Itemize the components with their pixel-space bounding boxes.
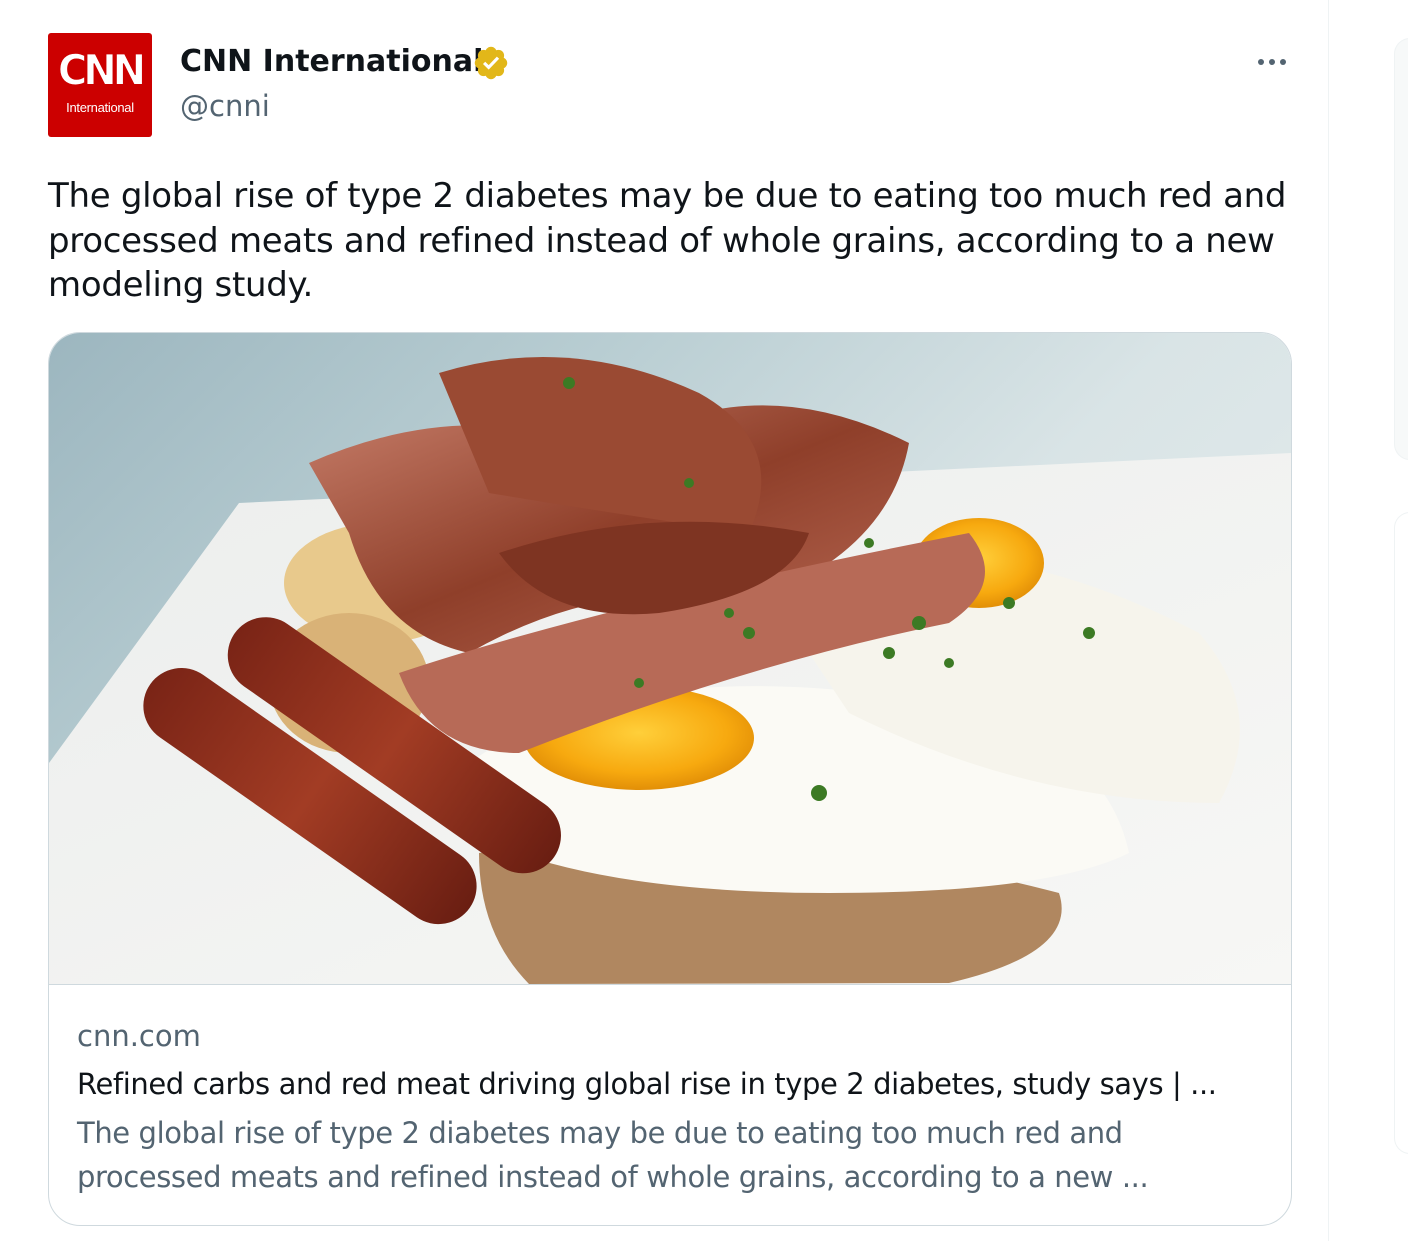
card-description: The global rise of type 2 diabetes may b… xyxy=(77,1116,1149,1194)
card-domain[interactable]: cnn.com xyxy=(77,1017,201,1055)
card-image[interactable] xyxy=(49,333,1291,985)
cnn-logo-mark: CNN xyxy=(57,46,146,96)
link-preview-card[interactable]: cnn.com Refined carbs and red meat drivi… xyxy=(48,332,1292,1226)
sidebar-card xyxy=(1394,512,1408,1154)
sidebar-card xyxy=(1394,38,1408,460)
more-options-button[interactable] xyxy=(1250,44,1294,80)
avatar-cnn-logo[interactable]: CNN International xyxy=(48,33,152,137)
author-handle[interactable]: @cnni xyxy=(180,86,270,126)
tweet-text: The global rise of type 2 diabetes may b… xyxy=(48,176,1287,305)
more-options-icon xyxy=(1258,59,1286,65)
author-display-name[interactable]: CNN International xyxy=(180,42,483,82)
verified-badge-icon[interactable] xyxy=(472,44,510,82)
right-sidebar xyxy=(1329,0,1408,1241)
cnn-logo-subtext: International xyxy=(66,100,134,115)
card-title[interactable]: Refined carbs and red meat driving globa… xyxy=(77,1065,1267,1103)
breakfast-photo xyxy=(49,357,1291,984)
